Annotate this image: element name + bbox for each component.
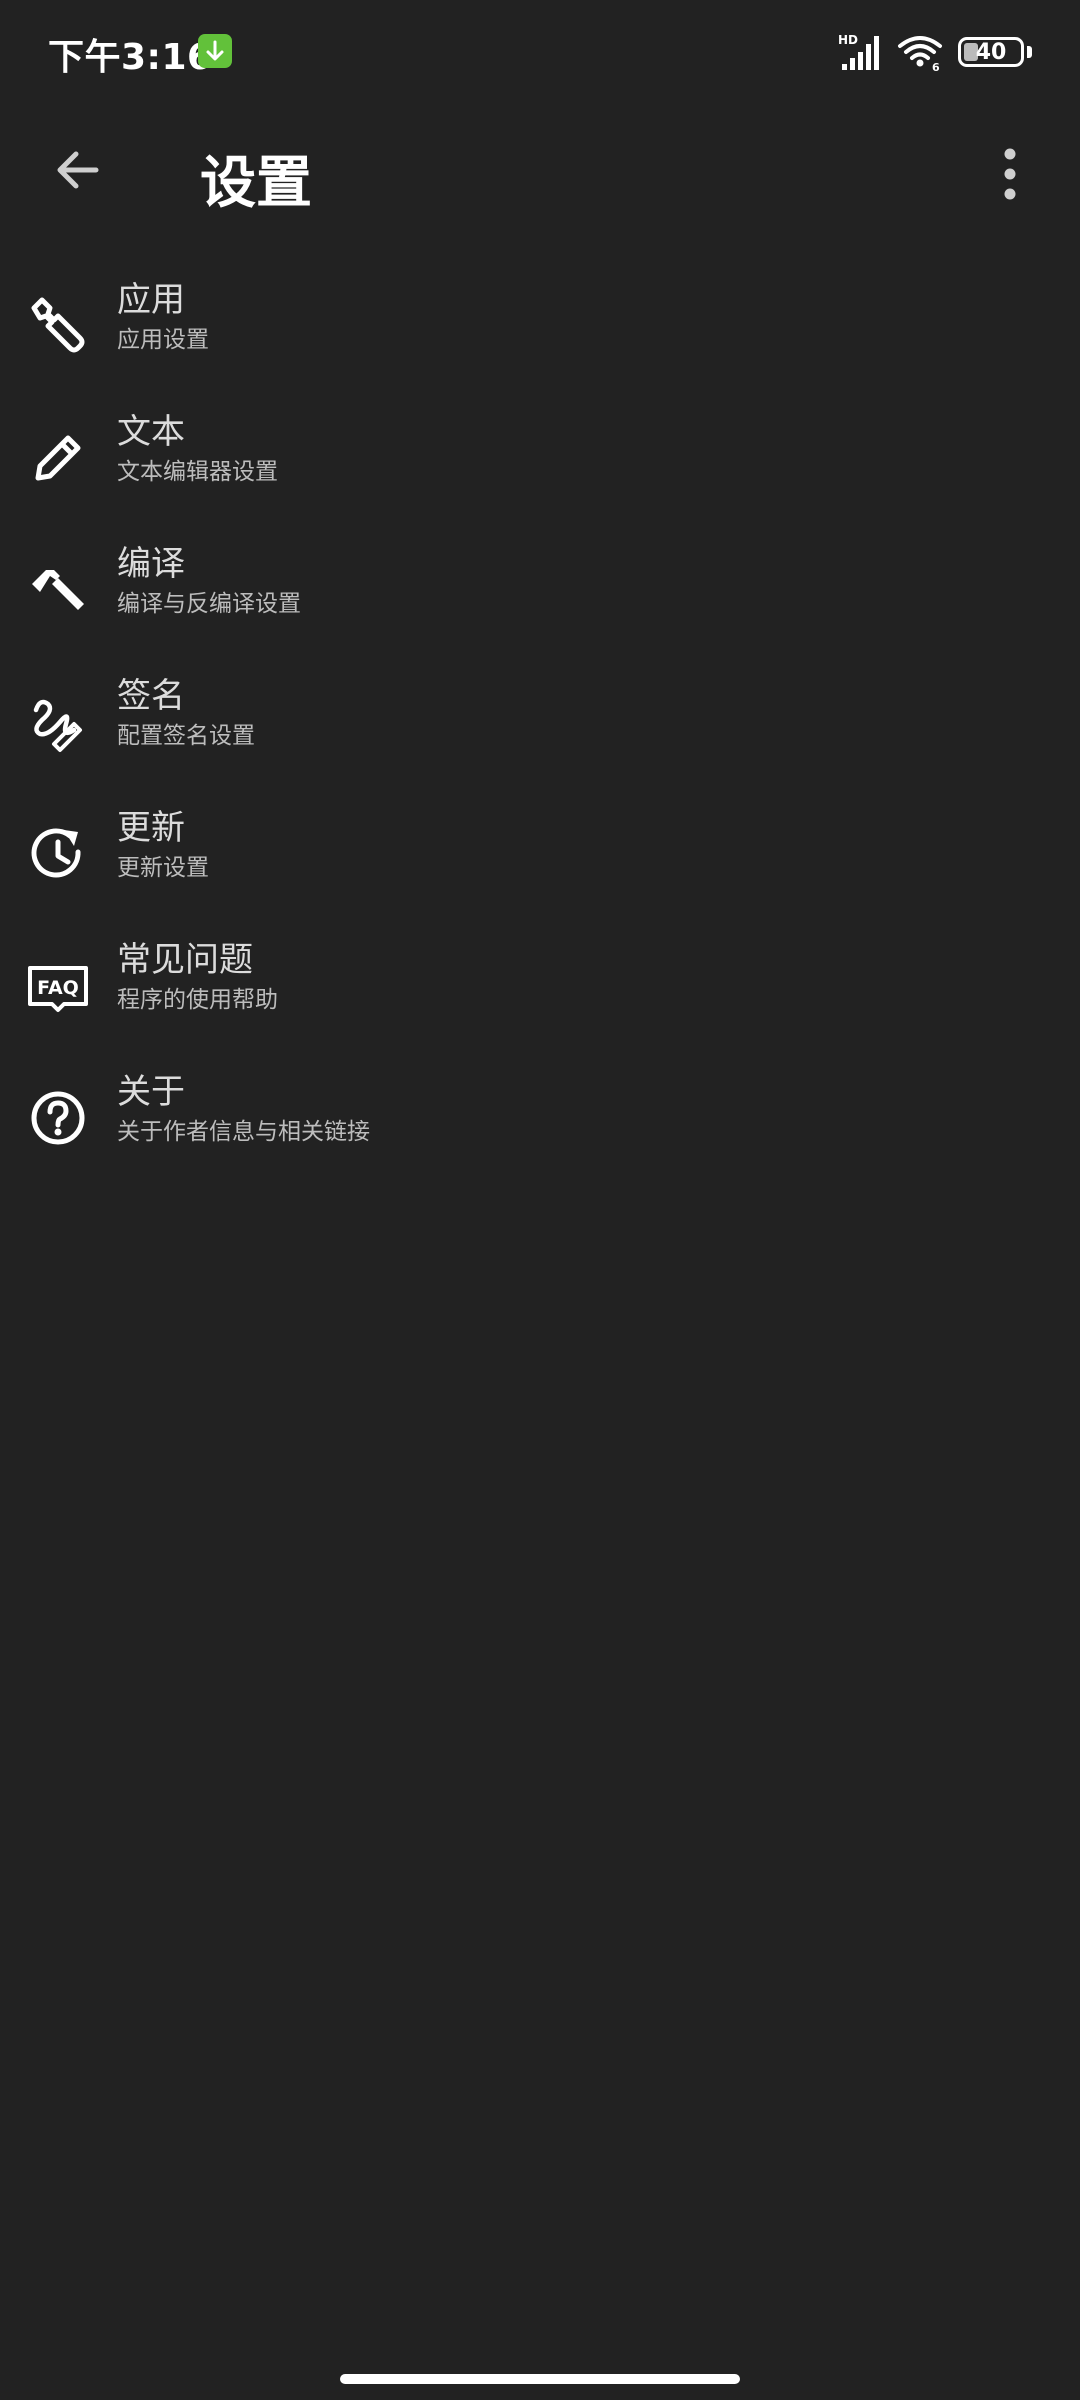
signature-icon xyxy=(26,690,90,754)
settings-item-subtitle: 更新设置 xyxy=(117,855,209,881)
settings-item-title: 关于 xyxy=(117,1072,185,1112)
wrench-icon xyxy=(26,294,90,358)
battery-tip xyxy=(1027,46,1032,58)
faq-icon: FAQ xyxy=(26,954,90,1018)
arrow-back-icon xyxy=(57,151,99,189)
settings-item-title: 应用 xyxy=(117,280,185,320)
settings-item-subtitle: 编译与反编译设置 xyxy=(117,591,301,617)
back-button[interactable] xyxy=(40,132,116,208)
more-options-button[interactable] xyxy=(980,144,1040,204)
settings-item-update[interactable]: 更新 更新设置 xyxy=(0,788,1080,920)
settings-item-faq[interactable]: FAQ 常见问题 程序的使用帮助 xyxy=(0,920,1080,1052)
download-icon xyxy=(198,34,232,68)
page-title: 设置 xyxy=(200,151,312,216)
settings-item-about[interactable]: 关于 关于作者信息与相关链接 xyxy=(0,1052,1080,1184)
settings-item-app[interactable]: 应用 应用设置 xyxy=(0,260,1080,392)
status-bar: 下午3:16 HD 6 40 xyxy=(0,0,1080,104)
status-time: 下午3:16 xyxy=(48,37,213,78)
settings-item-text[interactable]: 文本 文本编辑器设置 xyxy=(0,392,1080,524)
battery-level: 40 xyxy=(975,40,1007,65)
settings-screen: 下午3:16 HD 6 40 设置 应用 应用设置 文本 文本编辑器设置 编译 … xyxy=(0,0,1080,2400)
cellular-signal-icon: HD xyxy=(838,32,882,72)
settings-item-title: 编译 xyxy=(117,544,185,584)
app-bar: 设置 xyxy=(0,104,1080,244)
wifi-icon: 6 xyxy=(896,32,944,74)
hammer-icon xyxy=(26,558,90,622)
settings-list: 应用 应用设置 文本 文本编辑器设置 编译 编译与反编译设置 签名 配置签名设置… xyxy=(0,260,1080,1184)
wifi-label: 6 xyxy=(932,61,940,72)
settings-item-title: 签名 xyxy=(117,676,185,716)
more-vert-icon xyxy=(1004,148,1016,200)
home-indicator[interactable] xyxy=(340,2374,740,2384)
svg-text:FAQ: FAQ xyxy=(37,977,79,999)
settings-item-title: 更新 xyxy=(117,808,185,848)
update-icon xyxy=(26,822,90,886)
settings-item-title: 文本 xyxy=(117,412,185,452)
pencil-icon xyxy=(26,426,90,490)
settings-item-compile[interactable]: 编译 编译与反编译设置 xyxy=(0,524,1080,656)
settings-item-signature[interactable]: 签名 配置签名设置 xyxy=(0,656,1080,788)
settings-item-subtitle: 关于作者信息与相关链接 xyxy=(117,1119,370,1145)
settings-item-subtitle: 应用设置 xyxy=(117,327,209,353)
network-label: HD xyxy=(838,33,858,47)
status-icons: HD 6 40 xyxy=(838,30,1032,74)
settings-item-subtitle: 配置签名设置 xyxy=(117,723,255,749)
settings-item-subtitle: 文本编辑器设置 xyxy=(117,459,278,485)
battery-icon: 40 xyxy=(958,37,1024,67)
help-circle-icon xyxy=(26,1086,90,1150)
settings-item-title: 常见问题 xyxy=(117,940,253,980)
settings-item-subtitle: 程序的使用帮助 xyxy=(117,987,278,1013)
